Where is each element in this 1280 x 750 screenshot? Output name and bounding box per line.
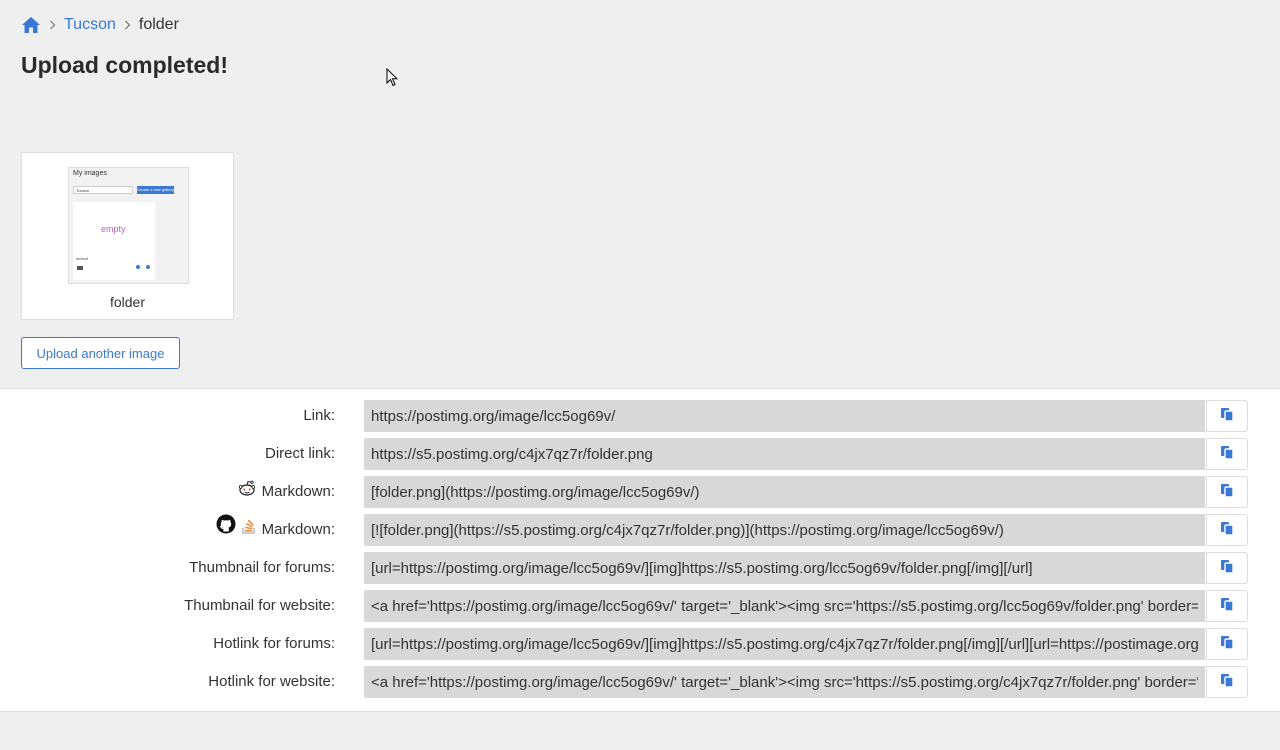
- share-link-label-text: Thumbnail for website:: [184, 597, 335, 614]
- chevron-right-icon: [49, 20, 56, 30]
- share-link-row: Hotlink for website:: [0, 665, 1280, 699]
- preview-dot-icon: [146, 265, 150, 269]
- copy-button[interactable]: [1206, 438, 1248, 470]
- copy-button[interactable]: [1206, 628, 1248, 660]
- copy-button[interactable]: [1206, 400, 1248, 432]
- copy-button[interactable]: [1206, 514, 1248, 546]
- copy-button[interactable]: [1206, 476, 1248, 508]
- share-link-label: Thumbnail for website:: [184, 589, 335, 623]
- share-link-field[interactable]: [364, 514, 1205, 546]
- stackoverflow-icon: [241, 513, 256, 547]
- share-link-label-text: Thumbnail for forums:: [189, 559, 335, 576]
- copy-icon: [1220, 597, 1234, 615]
- share-link-label: Hotlink for website:: [208, 665, 335, 699]
- share-link-label-text: Markdown:: [261, 521, 335, 538]
- share-link-label: Link:: [303, 399, 335, 433]
- share-link-label-text: Markdown:: [261, 483, 335, 500]
- preview-dot-icon: [136, 265, 140, 269]
- share-link-label: Markdown:: [216, 513, 335, 547]
- share-link-field[interactable]: [364, 628, 1205, 660]
- share-link-row: Markdown:: [0, 513, 1280, 547]
- share-link-label: Markdown:: [238, 475, 335, 509]
- share-link-label: Hotlink for forums:: [213, 627, 335, 661]
- share-link-field[interactable]: [364, 476, 1205, 508]
- share-links-panel: Link: Direct link: Markdown: Markdown: Thumb…: [0, 388, 1280, 712]
- share-link-field[interactable]: [364, 438, 1205, 470]
- share-link-label-text: Hotlink for website:: [208, 673, 335, 690]
- preview-panel: empty default: [73, 202, 155, 280]
- chevron-right-icon: [124, 20, 131, 30]
- image-thumbnail-card[interactable]: My images Tucson Create a new gallery em…: [21, 152, 234, 320]
- home-icon[interactable]: [21, 16, 41, 34]
- copy-icon: [1220, 635, 1234, 653]
- thumbnail-caption: folder: [109, 294, 146, 310]
- share-link-row: Hotlink for forums:: [0, 627, 1280, 661]
- mouse-cursor-icon: [386, 68, 398, 87]
- preview-folder-label: default: [76, 256, 89, 261]
- preview-title: My images: [73, 170, 107, 177]
- upload-another-button[interactable]: Upload another image: [21, 337, 180, 369]
- reddit-icon: [238, 475, 256, 509]
- copy-icon: [1220, 521, 1234, 539]
- share-link-field[interactable]: [364, 552, 1205, 584]
- share-link-row: Direct link:: [0, 437, 1280, 471]
- github-icon: [216, 513, 236, 547]
- copy-icon: [1220, 483, 1234, 501]
- share-link-field[interactable]: [364, 666, 1205, 698]
- share-link-row: Markdown:: [0, 475, 1280, 509]
- share-link-row: Thumbnail for forums:: [0, 551, 1280, 585]
- copy-icon: [1220, 445, 1234, 463]
- copy-icon: [1220, 673, 1234, 691]
- breadcrumb-link-tucson[interactable]: Tucson: [64, 16, 116, 34]
- share-link-field[interactable]: [364, 400, 1205, 432]
- share-link-label: Direct link:: [265, 437, 335, 471]
- copy-icon: [1220, 407, 1234, 425]
- copy-icon: [1220, 559, 1234, 577]
- preview-input: Tucson: [73, 186, 133, 194]
- share-link-row: Link:: [0, 399, 1280, 433]
- copy-button[interactable]: [1206, 590, 1248, 622]
- preview-folder-icon: [77, 266, 83, 270]
- share-link-label-text: Hotlink for forums:: [213, 635, 335, 652]
- preview-button: Create a new gallery: [137, 186, 174, 194]
- copy-button[interactable]: [1206, 552, 1248, 584]
- share-link-row: Thumbnail for website:: [0, 589, 1280, 623]
- share-link-label-text: Direct link:: [264, 445, 335, 462]
- thumbnail-image[interactable]: My images Tucson Create a new gallery em…: [68, 167, 189, 284]
- share-link-label-text: Link:: [303, 407, 335, 424]
- share-link-label: Thumbnail for forums:: [189, 551, 335, 585]
- share-link-field[interactable]: [364, 590, 1205, 622]
- page-title: Upload completed!: [21, 52, 229, 78]
- preview-empty-text: empty: [101, 224, 126, 234]
- copy-button[interactable]: [1206, 666, 1248, 698]
- breadcrumb-current: folder: [138, 16, 179, 33]
- breadcrumb: Tucson folder: [21, 14, 179, 36]
